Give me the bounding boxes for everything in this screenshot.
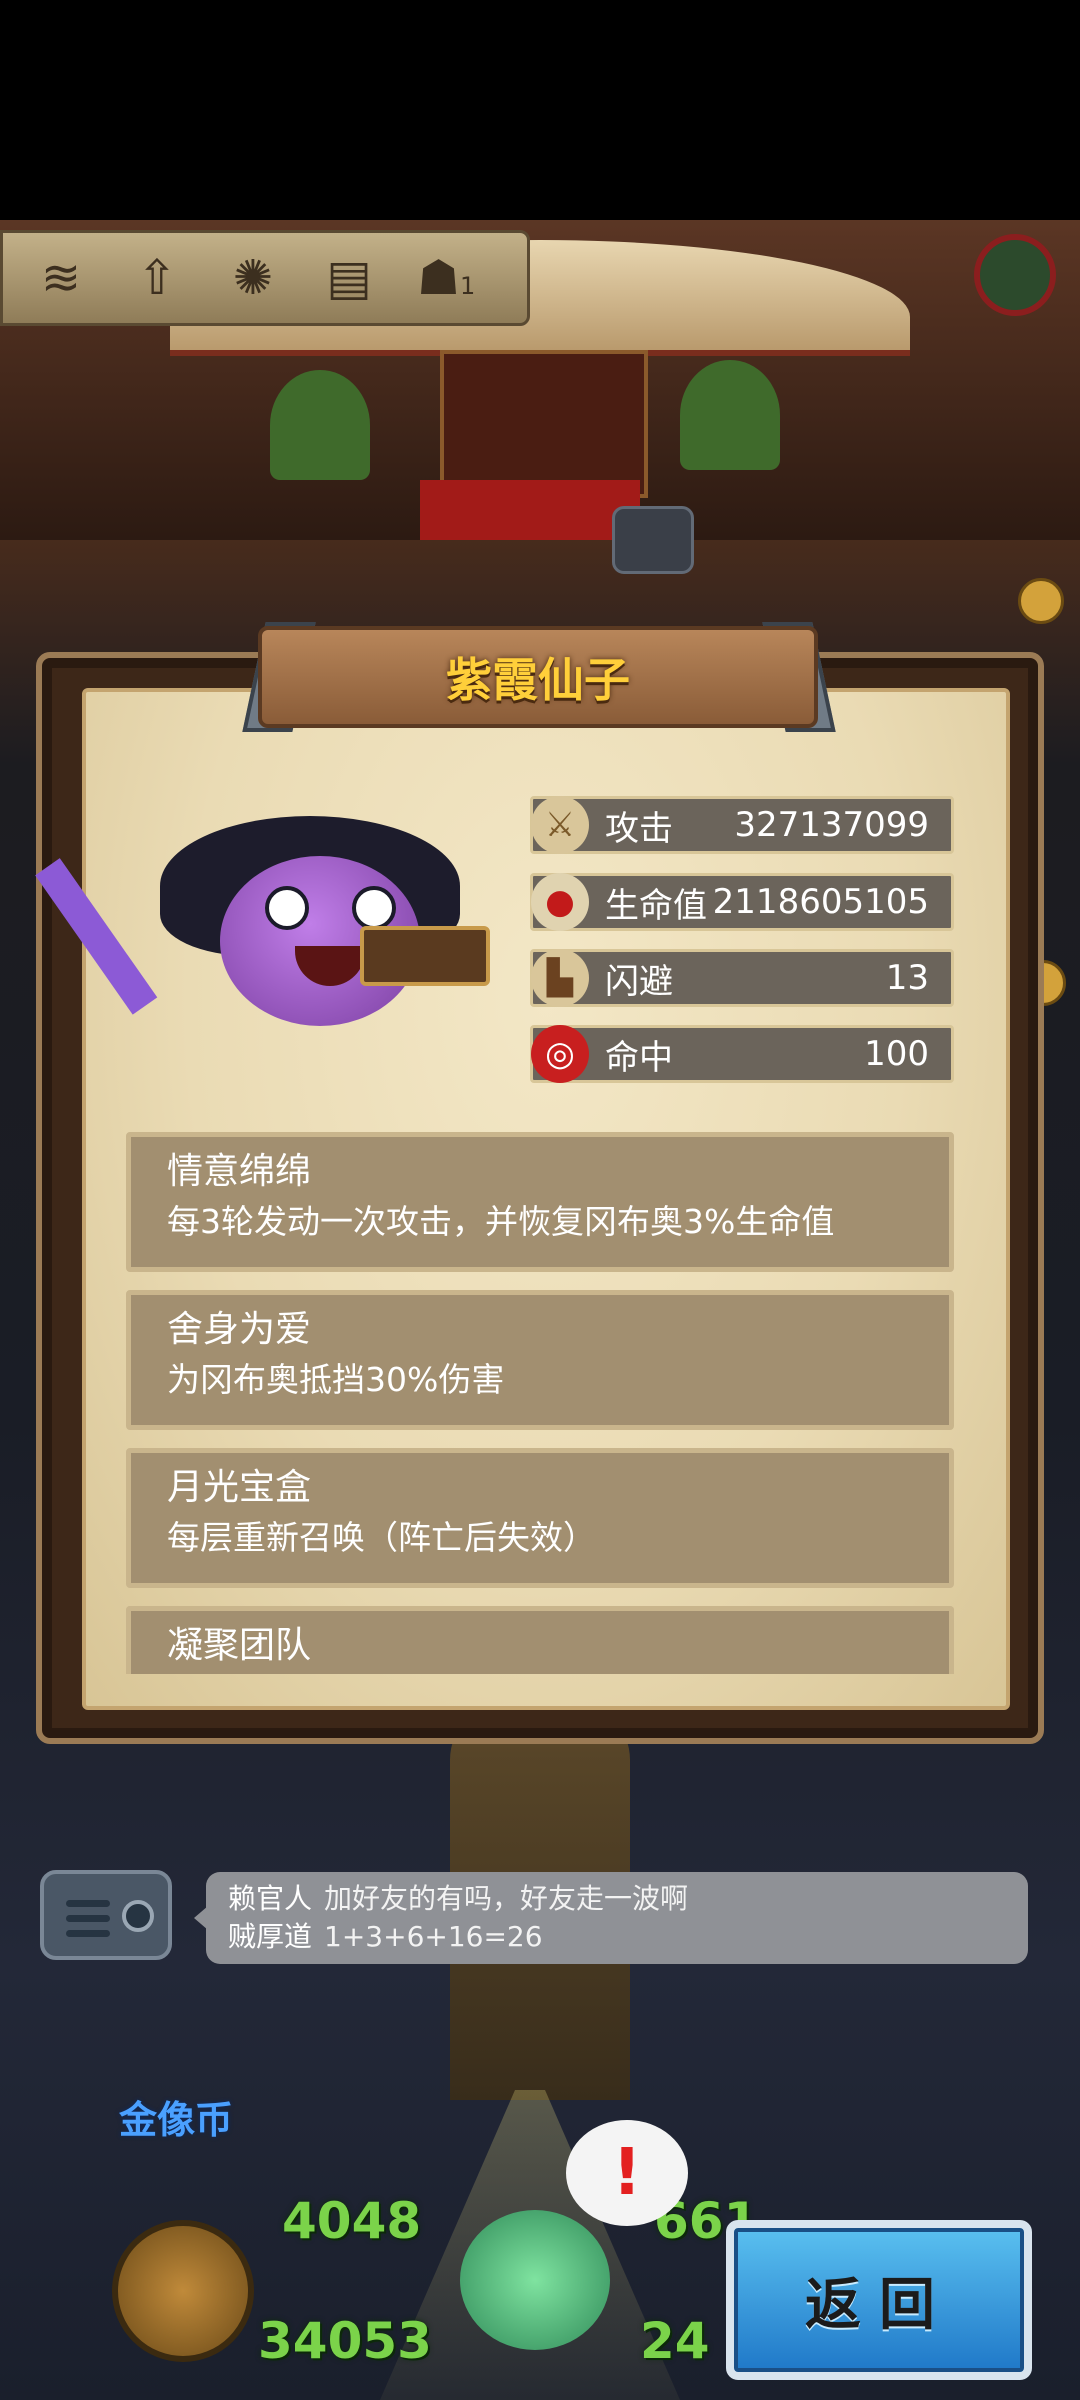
compass-icon[interactable]: ✺: [225, 250, 281, 306]
arrow-up-icon[interactable]: ⇧: [129, 250, 185, 306]
gold-statue-currency-label: 金像币: [118, 2098, 233, 2142]
target-icon: ◎: [531, 1025, 589, 1083]
character-eye: [352, 886, 396, 930]
skill-card: 情意绵绵 每3轮发动一次攻击，并恢复冈布奥3%生命值: [126, 1132, 954, 1272]
skill-card: 凝聚团队: [126, 1606, 954, 1674]
chat-sender: 赖官人: [228, 1882, 313, 1915]
stat-label: 闪避: [605, 961, 673, 1002]
chat-line: 赖官人 加好友的有吗，好友走一波啊: [228, 1880, 1006, 1918]
chat-sender: 贼厚道: [228, 1920, 313, 1953]
skill-name: 凝聚团队: [167, 1625, 312, 1666]
back-button[interactable]: 返回: [726, 2220, 1032, 2380]
skill-name: 月光宝盒: [167, 1467, 312, 1508]
chat-record-icon: [122, 1900, 154, 1932]
stat-label: 命中: [605, 1037, 673, 1078]
sword-icon: ⚔: [531, 796, 589, 854]
skill-description: 为冈布奥抵挡30%伤害: [167, 1360, 505, 1399]
stat-value: 13: [885, 958, 929, 998]
menu-line: [66, 1915, 110, 1922]
compass-icon[interactable]: [112, 2220, 254, 2362]
skill-card: 月光宝盒 每层重新召唤（阵亡后失效）: [126, 1448, 954, 1588]
potted-plant: [270, 370, 370, 480]
green-mascot[interactable]: [460, 2210, 610, 2350]
moonlight-box: [360, 926, 490, 986]
hud-counter: 4048: [282, 2192, 422, 2250]
sound-wave-icon[interactable]: ≋: [33, 250, 89, 306]
figure-icon[interactable]: ☗1: [417, 250, 476, 306]
stat-accuracy: ◎ 命中 100: [530, 1025, 954, 1083]
skill-description: 每3轮发动一次攻击，并恢复冈布奥3%生命值: [167, 1202, 835, 1241]
chat-message: 加好友的有吗，好友走一波啊: [324, 1882, 689, 1915]
chat-message: 1+3+6+16=26: [324, 1920, 543, 1953]
stat-attack: ⚔ 攻击 327137099: [530, 796, 954, 854]
chat-bubble[interactable]: 赖官人 加好友的有吗，好友走一波啊 贼厚道 1+3+6+16=26: [206, 1872, 1028, 1964]
floor-badge-icon[interactable]: [612, 506, 694, 574]
skill-name: 情意绵绵: [167, 1151, 312, 1192]
chat-line: 贼厚道 1+3+6+16=26: [228, 1918, 1006, 1956]
stat-value: 2118605105: [712, 882, 929, 922]
stat-dodge: ▙ 闪避 13: [530, 949, 954, 1007]
menu-line: [66, 1930, 110, 1937]
hud-counter: 24: [640, 2312, 710, 2370]
red-carpet: [420, 480, 640, 540]
side-token-icon[interactable]: [1018, 578, 1064, 624]
character-portrait: [35, 816, 520, 1026]
hud-counter: 34053: [258, 2312, 432, 2370]
stat-value: 100: [864, 1034, 929, 1074]
potted-plant: [680, 360, 780, 470]
top-toolbar: ≋ ⇧ ✺ ▤ ☗1: [0, 230, 530, 326]
skill-card: 舍身为爱 为冈布奥抵挡30%伤害: [126, 1290, 954, 1430]
menu-line: [66, 1900, 110, 1907]
boot-icon: ▙: [531, 949, 589, 1007]
figure-count: 1: [460, 272, 476, 300]
ticket-icon[interactable]: ▤: [321, 250, 377, 306]
character-eye: [265, 886, 309, 930]
chat-menu-button[interactable]: [40, 1870, 172, 1960]
theater-door: [440, 350, 648, 498]
stat-label: 生命值: [605, 885, 707, 926]
stat-hp: ● 生命值 2118605105: [530, 873, 954, 931]
potion-icon: ●: [531, 873, 589, 931]
title-plank: 紫霞仙子: [258, 626, 818, 728]
character-name: 紫霞仙子: [446, 653, 630, 707]
player-avatar-button[interactable]: [974, 234, 1056, 316]
skill-description: 每层重新召唤（阵亡后失效）: [167, 1518, 596, 1557]
stat-label: 攻击: [605, 808, 673, 849]
back-button-label: 返回: [805, 2272, 953, 2338]
stat-value: 327137099: [734, 805, 929, 845]
alert-exclamation-icon[interactable]: !: [566, 2120, 688, 2226]
skill-name: 舍身为爱: [167, 1309, 312, 1350]
